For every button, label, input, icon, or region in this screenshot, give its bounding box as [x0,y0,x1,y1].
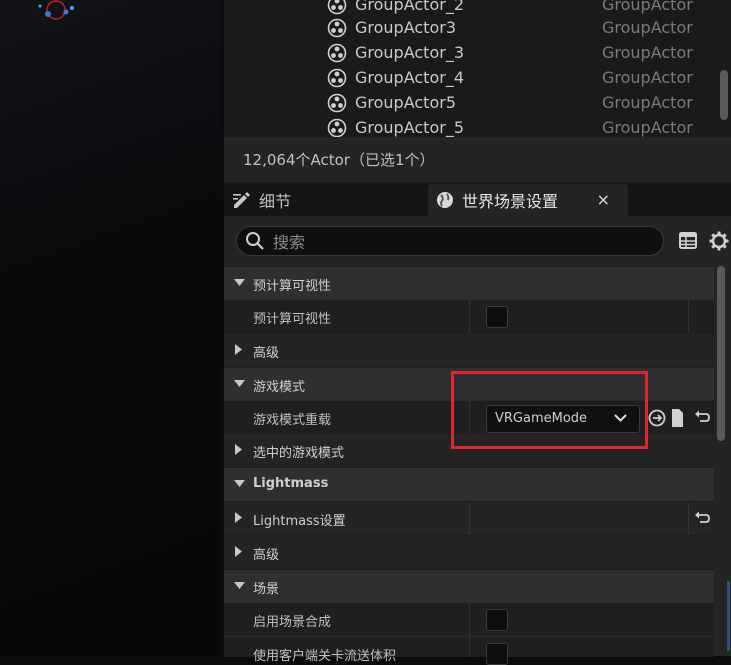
search-input[interactable] [271,230,655,254]
actor-name: GroupActor_4 [355,68,464,87]
property-label: 游戏模式重载 [253,413,332,428]
search-bar[interactable] [236,226,664,256]
property-label: 使用客户端关卡流送体积 [253,649,397,664]
category-label: 场景 [253,582,280,597]
client-side-level-streaming-checkbox[interactable] [486,643,508,665]
column-divider [688,502,689,535]
actor-name: GroupActor_5 [355,118,464,137]
subcategory-lightmass-settings[interactable]: Lightmass设置 [224,501,714,535]
chevron-down-icon [234,480,245,487]
highlight-annotation-box [451,371,648,449]
category-label: 预计算可视性 [253,279,332,294]
group-actor-icon [327,18,347,38]
property-label: 启用场景合成 [253,615,332,630]
tab-details-label: 细节 [259,192,292,211]
close-icon[interactable]: × [597,190,610,209]
chevron-right-icon [235,344,242,355]
scrollbar-track-accent [727,581,730,651]
outliner-row[interactable]: GroupActor3 GroupActor [224,15,714,40]
subcategory-label: 选中的游戏模式 [253,446,345,461]
subcategory-label: 高级 [253,346,280,361]
property-client-side-level-streaming: 使用客户端关卡流送体积 [224,636,714,665]
chevron-right-icon [235,444,242,455]
precomputed-visibility-checkbox[interactable] [486,306,508,328]
tab-bar: 细节 世界场景设置 × [224,184,731,216]
globe-icon [437,192,453,208]
subcategory-label: Lightmass设置 [253,514,346,529]
chevron-down-icon [234,582,245,589]
category-lightmass[interactable]: Lightmass [224,467,714,501]
search-icon [246,232,264,250]
actor-name: GroupActor3 [355,18,456,37]
subcategory-advanced[interactable]: 高级 [224,535,714,569]
column-divider [469,300,470,333]
outliner-row[interactable]: GroupActor5 GroupActor [224,90,714,115]
category-label: Lightmass [253,476,329,491]
column-divider [469,502,470,535]
group-actor-icon [327,93,347,113]
property-precomputed-visibility: 预计算可视性 [224,299,714,333]
chevron-down-icon [234,380,245,387]
actor-type: GroupActor [602,118,693,137]
actor-name: GroupActor_2 [355,0,464,14]
property-label: 预计算可视性 [253,312,332,327]
actor-type: GroupActor [602,0,693,14]
pencil-icon [233,192,250,208]
outliner-row[interactable]: GroupActor_3 GroupActor [224,40,714,65]
tab-details[interactable]: 细节 [224,184,424,216]
open-asset-icon[interactable] [670,408,684,428]
category-scene[interactable]: 场景 [224,569,714,603]
actor-name: GroupActor5 [355,93,456,112]
outliner-row[interactable]: GroupActor_4 GroupActor [224,65,714,90]
chevron-down-icon [234,279,245,286]
reset-to-default-icon[interactable] [694,409,710,423]
subcategory-label: 高级 [253,548,280,563]
outliner-scrollbar[interactable] [720,70,728,120]
table-view-icon[interactable] [679,232,697,249]
actor-type: GroupActor [602,93,693,112]
actor-name: GroupActor_3 [355,43,464,62]
reset-to-default-icon[interactable] [694,510,710,524]
chevron-right-icon [235,546,242,557]
column-divider [469,637,470,657]
subcategory-advanced[interactable]: 高级 [224,333,714,367]
actor-type: GroupActor [602,18,693,37]
browse-arrow-icon[interactable] [648,409,666,427]
column-divider [469,603,470,636]
category-precomputed-visibility[interactable]: 预计算可视性 [224,266,714,300]
details-scrollbar[interactable] [717,266,725,441]
outliner-status-bar: 12,064个Actor（已选1个） [224,137,731,182]
world-outliner: GroupActor_2 GroupActor GroupActor3 GroupAc… [224,0,731,184]
category-label: 游戏模式 [253,380,306,395]
group-actor-icon [327,68,347,88]
level-viewport[interactable] [0,0,220,656]
chevron-right-icon [235,512,242,523]
tab-world-settings[interactable]: 世界场景设置 × [428,184,628,216]
group-actor-icon [327,43,347,63]
enable-world-composition-checkbox[interactable] [486,609,508,631]
actor-type: GroupActor [602,43,693,62]
group-actor-icon [327,118,347,138]
group-actor-icon [327,0,347,15]
actor-type: GroupActor [602,68,693,87]
viewport-actor-gizmo [38,0,74,20]
actor-count-text: 12,064个Actor（已选1个） [243,151,435,169]
column-divider [688,300,689,333]
tab-world-settings-label: 世界场景设置 [462,192,559,211]
gear-icon[interactable] [709,231,729,251]
property-enable-world-composition: 启用场景合成 [224,602,714,636]
